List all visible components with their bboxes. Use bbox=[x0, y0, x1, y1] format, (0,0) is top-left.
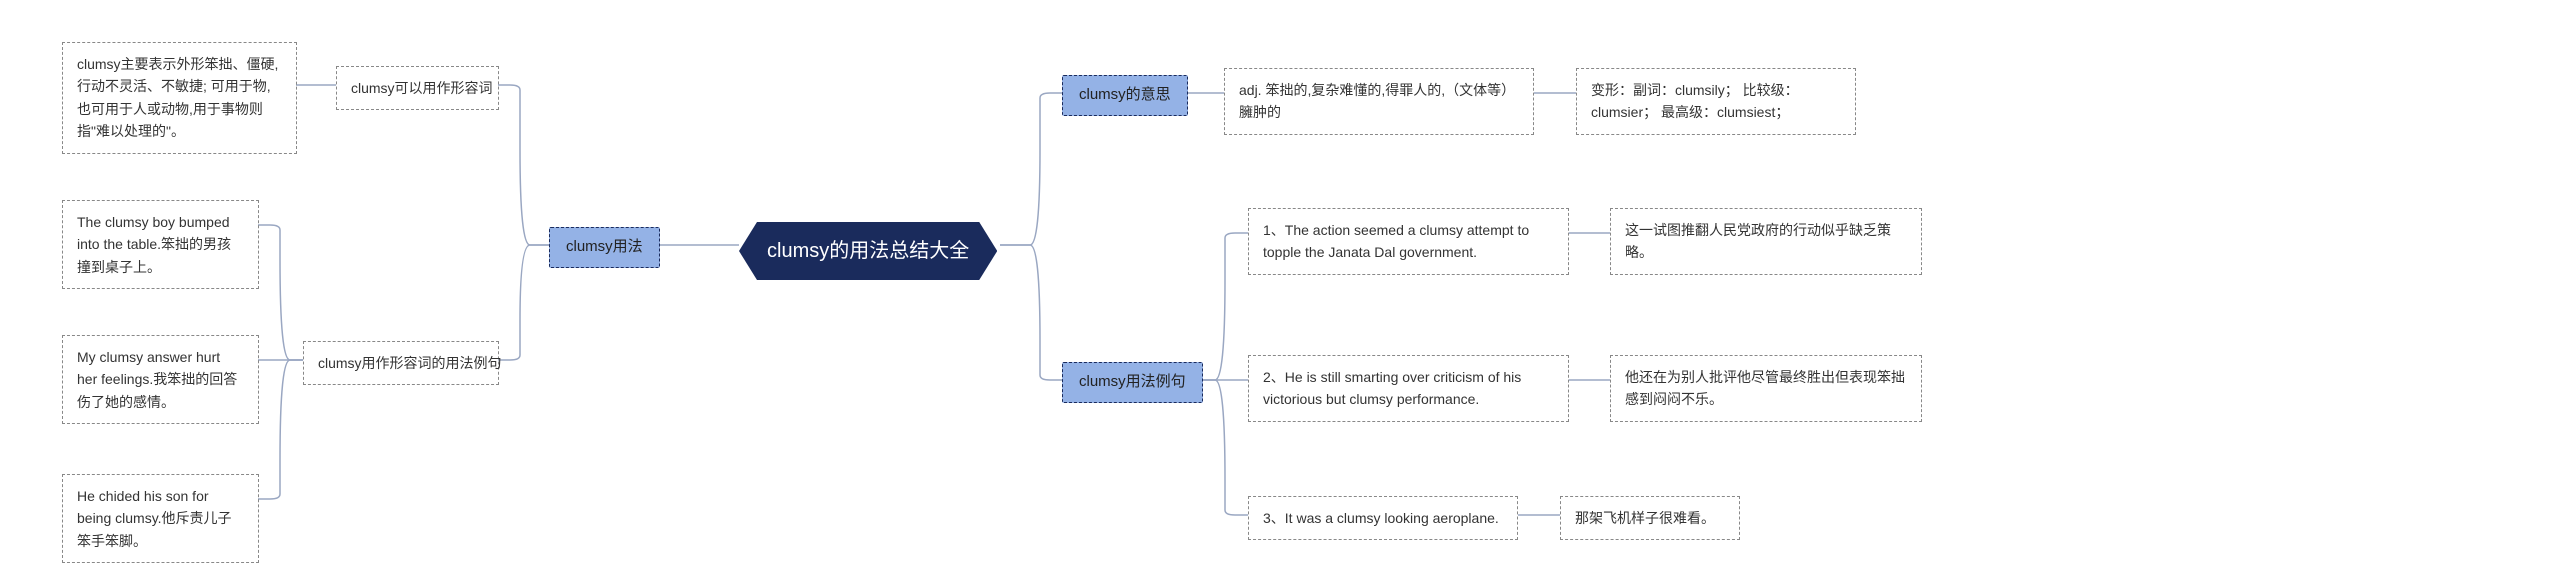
subbranch-examples-label: clumsy用作形容词的用法例句 bbox=[318, 355, 502, 371]
leaf-sentence-2-zh-text: 他还在为别人批评他尽管最终胜出但表现笨拙感到闷闷不乐。 bbox=[1625, 369, 1905, 407]
subbranch-adjective-label: clumsy可以用作形容词 bbox=[351, 80, 493, 96]
leaf-sentence-1-en[interactable]: 1、The action seemed a clumsy attempt to … bbox=[1248, 208, 1569, 275]
leaf-sentence-2-en[interactable]: 2、He is still smarting over criticism of… bbox=[1248, 355, 1569, 422]
branch-sentences-label: clumsy用法例句 bbox=[1079, 373, 1186, 390]
leaf-sentence-1-en-text: 1、The action seemed a clumsy attempt to … bbox=[1263, 222, 1529, 260]
leaf-sentence-3-en-text: 3、It was a clumsy looking aeroplane. bbox=[1263, 510, 1499, 526]
leaf-example-a-text: The clumsy boy bumped into the table.笨拙的… bbox=[77, 214, 231, 275]
leaf-example-a[interactable]: The clumsy boy bumped into the table.笨拙的… bbox=[62, 200, 259, 289]
leaf-meaning-forms[interactable]: 变形：副词：clumsily； 比较级：clumsier； 最高级：clumsi… bbox=[1576, 68, 1856, 135]
leaf-example-b-text: My clumsy answer hurt her feelings.我笨拙的回… bbox=[77, 349, 237, 410]
subbranch-examples[interactable]: clumsy用作形容词的用法例句 bbox=[303, 341, 499, 385]
leaf-example-c[interactable]: He chided his son for being clumsy.他斥责儿子… bbox=[62, 474, 259, 563]
leaf-meaning-def[interactable]: adj. 笨拙的,复杂难懂的,得罪人的,（文体等）臃肿的 bbox=[1224, 68, 1534, 135]
branch-usage-label: clumsy用法 bbox=[566, 238, 643, 255]
leaf-sentence-1-zh[interactable]: 这一试图推翻人民党政府的行动似乎缺乏策略。 bbox=[1610, 208, 1922, 275]
leaf-sentence-3-en[interactable]: 3、It was a clumsy looking aeroplane. bbox=[1248, 496, 1518, 540]
leaf-adjective-desc[interactable]: clumsy主要表示外形笨拙、僵硬,行动不灵活、不敏捷; 可用于物,也可用于人或… bbox=[62, 42, 297, 154]
leaf-meaning-def-text: adj. 笨拙的,复杂难懂的,得罪人的,（文体等）臃肿的 bbox=[1239, 82, 1515, 120]
root-title: clumsy的用法总结大全 bbox=[767, 240, 969, 262]
leaf-sentence-2-zh[interactable]: 他还在为别人批评他尽管最终胜出但表现笨拙感到闷闷不乐。 bbox=[1610, 355, 1922, 422]
branch-meaning[interactable]: clumsy的意思 bbox=[1062, 75, 1188, 116]
leaf-sentence-3-zh[interactable]: 那架飞机样子很难看。 bbox=[1560, 496, 1740, 540]
leaf-example-b[interactable]: My clumsy answer hurt her feelings.我笨拙的回… bbox=[62, 335, 259, 424]
leaf-adjective-desc-text: clumsy主要表示外形笨拙、僵硬,行动不灵活、不敏捷; 可用于物,也可用于人或… bbox=[77, 56, 278, 139]
branch-usage[interactable]: clumsy用法 bbox=[549, 227, 660, 268]
branch-meaning-label: clumsy的意思 bbox=[1079, 86, 1171, 103]
subbranch-adjective[interactable]: clumsy可以用作形容词 bbox=[336, 66, 499, 110]
branch-sentences[interactable]: clumsy用法例句 bbox=[1062, 362, 1203, 403]
leaf-meaning-forms-text: 变形：副词：clumsily； 比较级：clumsier； 最高级：clumsi… bbox=[1591, 82, 1799, 120]
leaf-example-c-text: He chided his son for being clumsy.他斥责儿子… bbox=[77, 488, 232, 549]
leaf-sentence-2-en-text: 2、He is still smarting over criticism of… bbox=[1263, 369, 1521, 407]
leaf-sentence-1-zh-text: 这一试图推翻人民党政府的行动似乎缺乏策略。 bbox=[1625, 222, 1891, 260]
leaf-sentence-3-zh-text: 那架飞机样子很难看。 bbox=[1575, 510, 1715, 526]
root-node[interactable]: clumsy的用法总结大全 bbox=[739, 222, 997, 280]
